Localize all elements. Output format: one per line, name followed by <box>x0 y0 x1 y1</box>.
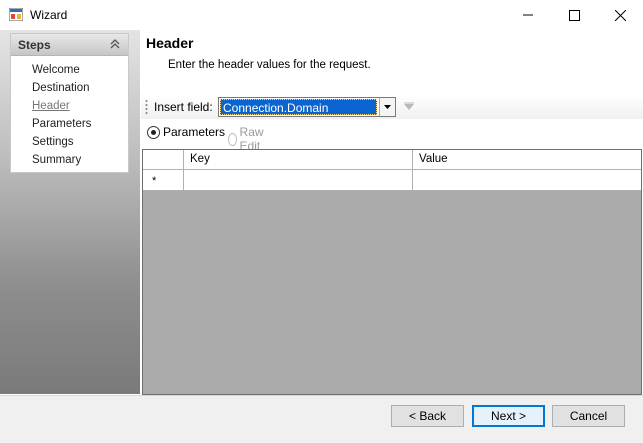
toolbar-grip[interactable] <box>145 99 148 115</box>
new-row-value-cell[interactable] <box>413 170 641 190</box>
radio-raw-edit-indicator[interactable] <box>228 132 237 146</box>
radio-parameters-label: Parameters <box>163 125 226 139</box>
grid-header-row: Key Value <box>143 150 641 170</box>
cancel-button[interactable]: Cancel <box>552 405 625 427</box>
step-parameters[interactable]: Parameters <box>32 118 91 130</box>
column-header-value[interactable]: Value <box>413 150 641 169</box>
insert-field-toolbar: Insert field: Connection.Domain <box>141 95 643 119</box>
steps-title: Steps <box>18 38 51 52</box>
column-header-value-label: Value <box>419 153 448 165</box>
column-header-key-label: Key <box>190 153 210 165</box>
steps-header[interactable]: Steps <box>11 34 128 56</box>
title-bar: Wizard <box>0 0 643 30</box>
insert-arrow-icon <box>404 102 414 110</box>
back-button[interactable]: < Back <box>391 405 464 427</box>
insert-field-button[interactable] <box>402 100 416 114</box>
header-grid[interactable]: Key Value * <box>142 149 642 395</box>
page-title: Header <box>146 35 194 51</box>
maximize-icon <box>568 9 580 21</box>
radio-parameters-indicator[interactable] <box>147 125 160 139</box>
grid-new-row: * <box>143 170 641 191</box>
new-row-key-cell[interactable] <box>184 170 413 190</box>
steps-panel: Steps Welcome Destination Header Paramet… <box>10 33 129 173</box>
step-destination[interactable]: Destination <box>32 82 90 94</box>
dropdown-arrow-icon <box>384 105 391 109</box>
combo-dropdown-button[interactable] <box>379 98 395 116</box>
row-header-new[interactable]: * <box>143 170 184 190</box>
insert-field-label: Insert field: <box>154 100 213 114</box>
wizard-app-icon <box>9 8 23 21</box>
close-button[interactable] <box>597 0 643 30</box>
step-summary[interactable]: Summary <box>32 154 81 166</box>
step-welcome[interactable]: Welcome <box>32 64 80 76</box>
close-icon <box>614 9 626 21</box>
step-settings[interactable]: Settings <box>32 136 74 148</box>
new-row-marker: * <box>152 175 157 187</box>
column-header-key[interactable]: Key <box>184 150 413 169</box>
wizard-footer: < Back Next > Cancel <box>0 395 643 443</box>
maximize-button[interactable] <box>551 0 597 30</box>
minimize-button[interactable] <box>505 0 551 30</box>
step-header[interactable]: Header <box>32 100 70 112</box>
minimize-icon <box>523 14 533 16</box>
insert-field-combobox[interactable]: Connection.Domain <box>218 97 396 117</box>
radio-parameters[interactable]: Parameters <box>147 125 225 139</box>
collapse-chevrons-icon[interactable] <box>109 38 121 50</box>
page-description: Enter the header values for the request. <box>168 59 371 71</box>
window-title: Wizard <box>30 8 68 22</box>
grid-corner-header[interactable] <box>143 150 184 169</box>
next-button[interactable]: Next > <box>472 405 545 427</box>
insert-field-value[interactable]: Connection.Domain <box>220 99 377 115</box>
